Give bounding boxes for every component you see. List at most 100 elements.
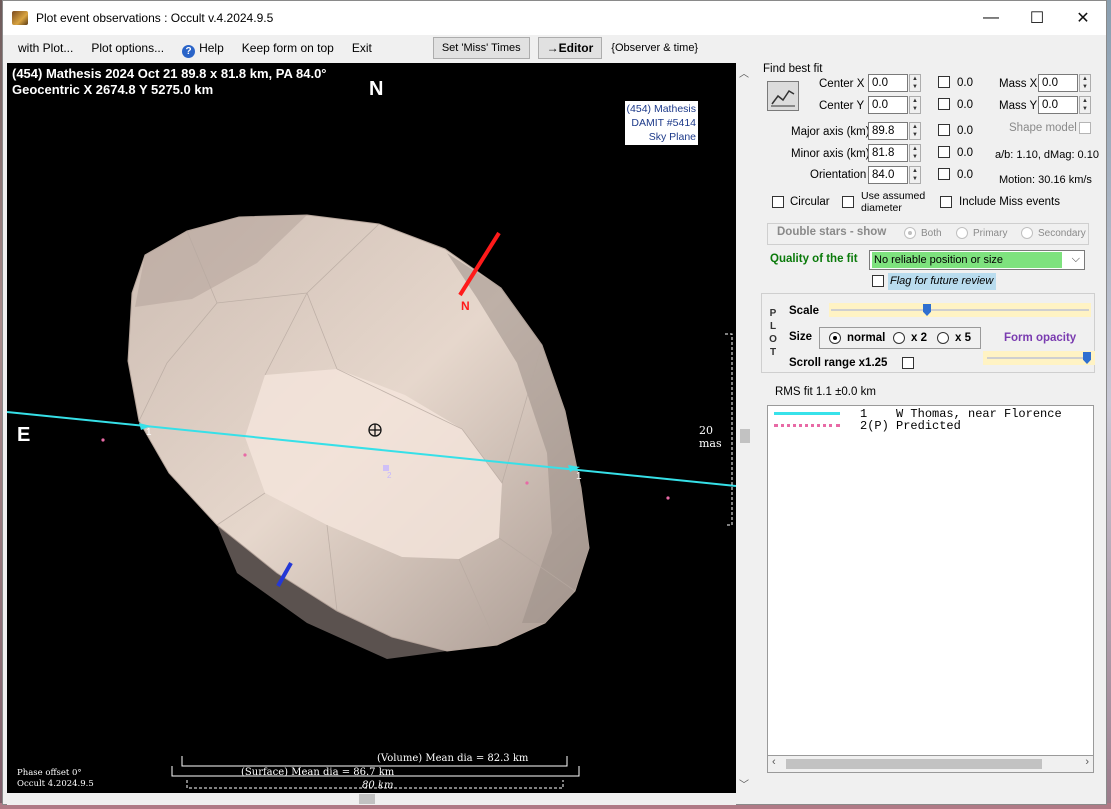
scroll-up-icon[interactable]: ︿: [739, 65, 749, 80]
radio-size-x5[interactable]: [937, 332, 949, 344]
plot-letter-l: L: [769, 321, 777, 332]
plot-header-event: (454) Mathesis 2024 Oct 21 89.8 x 81.8 k…: [12, 66, 327, 81]
maximize-button[interactable]: ☐: [1014, 1, 1060, 35]
legend-line-predicted: [774, 424, 840, 427]
plot-vertical-scrollbar[interactable]: ︿ ﹀: [737, 63, 753, 793]
phase-offset-label: Phase offset 0°: [17, 768, 82, 778]
center-x-stepper[interactable]: ▲ ▼: [909, 74, 921, 92]
scroll-right-icon[interactable]: ›: [1085, 756, 1089, 768]
mass-y-label: Mass Y: [999, 100, 1038, 112]
predicted-center-label: 2: [387, 471, 392, 480]
menu-plot-options[interactable]: Plot options...: [82, 37, 173, 59]
flag-review-checkbox[interactable]: [872, 275, 884, 287]
plot-graphics: [7, 214, 736, 789]
plot-horizontal-scrollbar[interactable]: [7, 793, 736, 805]
scale-slider[interactable]: [829, 303, 1091, 317]
center-y-stepper[interactable]: ▲ ▼: [909, 96, 921, 114]
legend-horizontal-scrollbar[interactable]: ‹ ›: [767, 755, 1094, 773]
opacity-slider-track: [987, 357, 1091, 359]
major-axis-checkbox[interactable]: [938, 124, 950, 136]
find-best-fit-button[interactable]: [767, 81, 799, 111]
center-y-checkbox[interactable]: [938, 98, 950, 110]
legend-hscroll-thumb[interactable]: [786, 759, 1042, 769]
center-x-input[interactable]: 0.0: [868, 74, 908, 92]
radio-primary[interactable]: [956, 227, 968, 239]
orientation-err: 0.0: [957, 169, 973, 181]
major-axis-err: 0.0: [957, 125, 973, 137]
shape-model-checkbox[interactable]: [1079, 122, 1091, 134]
minor-axis-checkbox[interactable]: [938, 146, 950, 158]
opacity-slider-thumb[interactable]: [1083, 352, 1091, 364]
app-icon: [12, 11, 28, 25]
center-y-label: Center Y: [819, 100, 865, 112]
km-scale-label: 80 km: [362, 780, 394, 791]
motion-label: Motion: 30.16 km/s: [999, 174, 1092, 186]
asteroid-info-box: (454) Mathesis DAMIT #5414 Sky Plane: [624, 101, 698, 145]
info-asteroid: (454) Mathesis: [626, 103, 696, 115]
window-title: Plot event observations : Occult v.4.202…: [36, 11, 274, 25]
plot-letter-p: P: [769, 308, 777, 319]
major-axis-stepper[interactable]: ▲ ▼: [909, 122, 921, 140]
center-y-input[interactable]: 0.0: [868, 96, 908, 114]
center-x-checkbox[interactable]: [938, 76, 950, 88]
minor-axis-stepper[interactable]: ▲ ▼: [909, 144, 921, 162]
info-damit: DAMIT #5414: [631, 117, 696, 129]
opacity-slider[interactable]: [983, 351, 1095, 365]
predicted-dot: [666, 496, 670, 500]
quality-select[interactable]: No reliable position or size ⌵: [869, 250, 1085, 270]
mass-x-input[interactable]: 0.0: [1038, 74, 1078, 92]
radio-secondary[interactable]: [1021, 227, 1033, 239]
major-axis-input[interactable]: 89.8: [868, 122, 908, 140]
radio-size-x2[interactable]: [893, 332, 905, 344]
volume-dia-label: (Volume) Mean dia = 82.3 km: [377, 753, 529, 764]
close-button[interactable]: ✕: [1060, 1, 1106, 35]
scale-label: Scale: [789, 305, 820, 317]
minimize-button[interactable]: —: [968, 1, 1014, 35]
scale-slider-thumb[interactable]: [923, 304, 931, 316]
menu-keep-on-top[interactable]: Keep form on top: [233, 37, 343, 59]
menu-help-label: Help: [199, 41, 224, 55]
orientation-input[interactable]: 84.0: [868, 166, 908, 184]
circular-checkbox[interactable]: [772, 196, 784, 208]
mass-y-stepper[interactable]: ▲ ▼: [1079, 96, 1091, 114]
surface-dia-label: (Surface) Mean dia = 86.7 km: [241, 767, 395, 778]
plot-vertical-label: P L O T: [768, 307, 778, 359]
minor-axis-input[interactable]: 81.8: [868, 144, 908, 162]
set-miss-times-button[interactable]: Set 'Miss' Times: [432, 37, 530, 59]
include-miss-checkbox[interactable]: [940, 196, 952, 208]
radio-secondary-label: Secondary: [1038, 228, 1086, 239]
title-bar[interactable]: Plot event observations : Occult v.4.202…: [3, 1, 1106, 35]
menu-with-plot[interactable]: with Plot...: [9, 37, 82, 59]
orientation-label: Orientation: [810, 169, 867, 181]
predicted-dot: [243, 453, 247, 457]
radio-size-normal[interactable]: [829, 332, 841, 344]
mass-x-stepper[interactable]: ▲ ▼: [1079, 74, 1091, 92]
quality-value: No reliable position or size: [872, 252, 1062, 268]
menu-help[interactable]: ? Help: [173, 37, 233, 59]
flag-review-label: Flag for future review: [888, 273, 996, 290]
use-assumed-checkbox[interactable]: [842, 196, 854, 208]
radio-primary-label: Primary: [973, 228, 1008, 239]
scroll-left-icon[interactable]: ‹: [772, 756, 776, 768]
predicted-dot: [101, 438, 105, 442]
plot-letter-o: O: [769, 334, 777, 345]
find-best-fit-label: Find best fit: [763, 63, 823, 75]
plot-vscroll-thumb[interactable]: [740, 429, 750, 443]
chord-number-left: 1: [146, 427, 152, 438]
orientation-checkbox[interactable]: [938, 168, 950, 180]
occultation-plot[interactable]: (454) Mathesis 2024 Oct 21 89.8 x 81.8 k…: [7, 63, 736, 793]
orientation-stepper[interactable]: ▲ ▼: [909, 166, 921, 184]
scroll-range-checkbox[interactable]: [902, 357, 914, 369]
use-assumed-line2: diameter: [861, 202, 902, 214]
menu-bar: with Plot... Plot options... ? Help Keep …: [3, 35, 1106, 61]
observer-legend[interactable]: 1 W Thomas, near Florence 2(P) Predicted: [767, 405, 1094, 773]
scroll-down-icon[interactable]: ﹀: [739, 776, 749, 791]
scroll-range-label: Scroll range x1.25: [789, 357, 888, 369]
radio-both[interactable]: [904, 227, 916, 239]
phase-offset-text: Phase offset 0° Occult 4.2024.9.5: [17, 768, 94, 790]
editor-button[interactable]: →Editor: [537, 37, 603, 59]
mass-y-input[interactable]: 0.0: [1038, 96, 1078, 114]
center-y-err: 0.0: [957, 99, 973, 111]
menu-exit[interactable]: Exit: [343, 37, 381, 59]
plot-hscroll-thumb[interactable]: [359, 794, 375, 804]
